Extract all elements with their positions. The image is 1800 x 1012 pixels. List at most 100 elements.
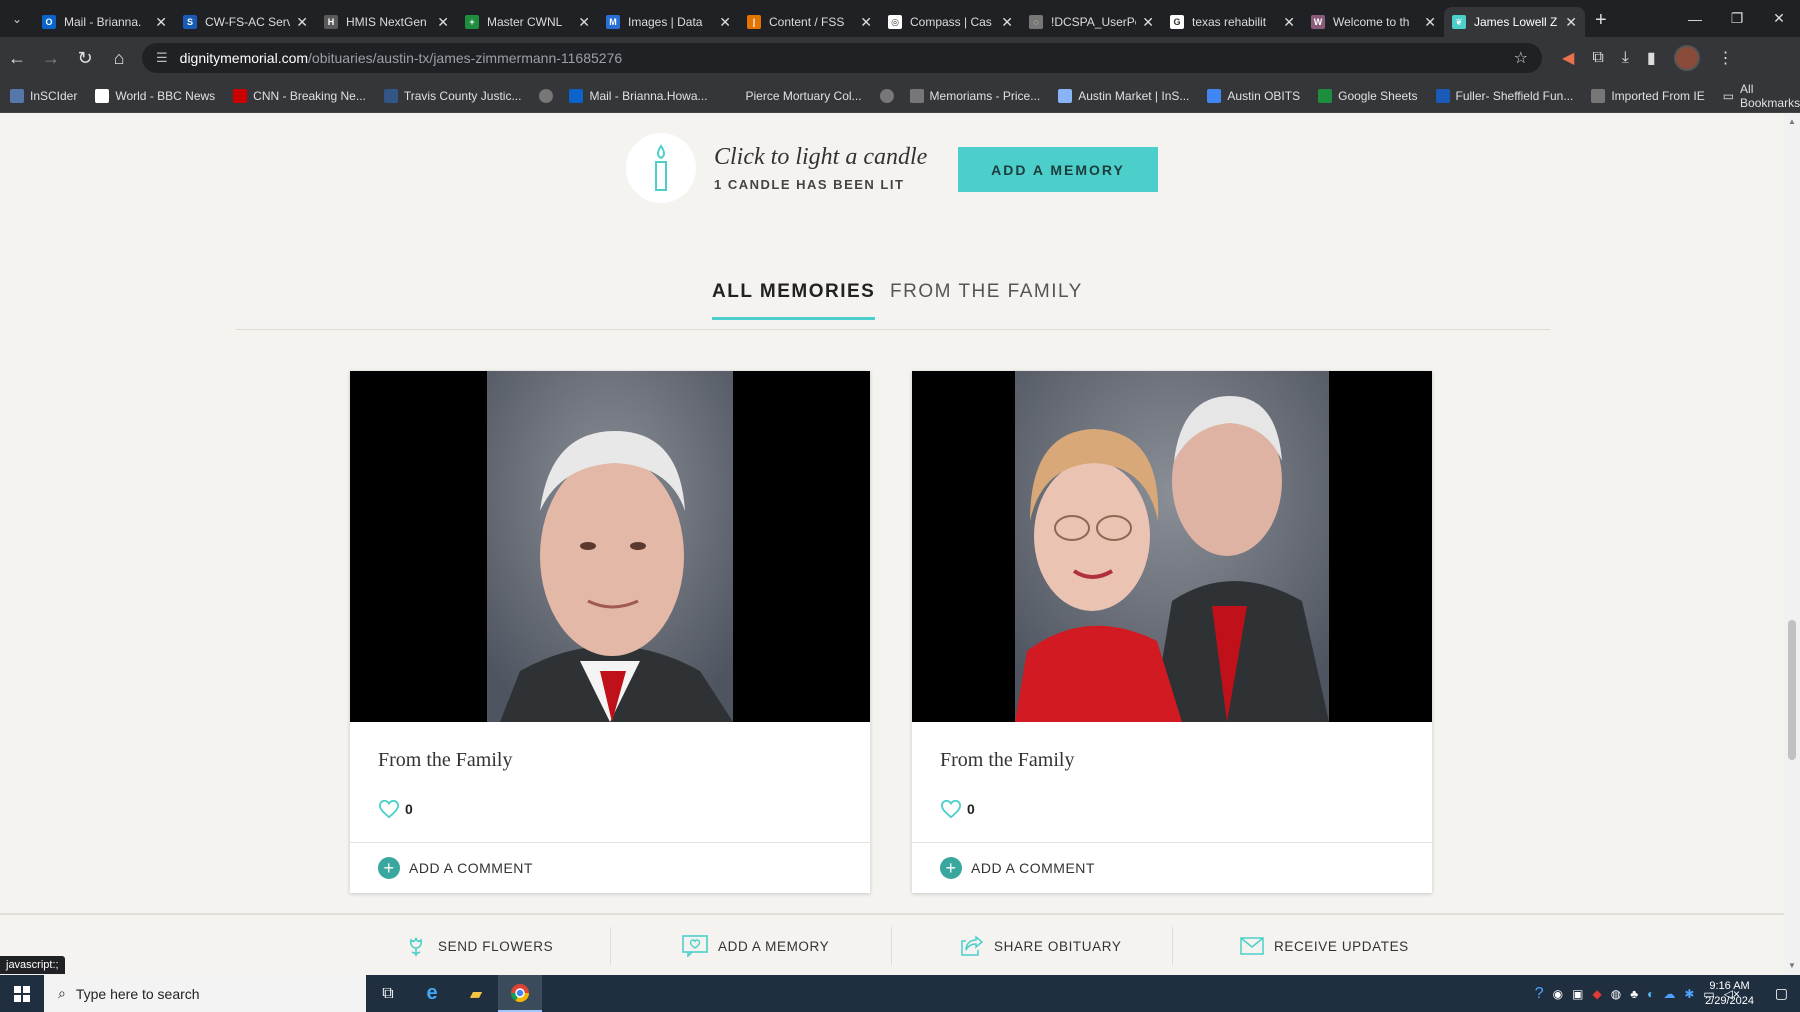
network-globe-icon[interactable]: ◍: [1611, 987, 1621, 1001]
like-count: 0: [405, 801, 413, 817]
tab-close-icon[interactable]: ✕: [1001, 14, 1013, 31]
receive-updates-button[interactable]: RECEIVE UPDATES: [1240, 915, 1409, 975]
browser-tab[interactable]: + Master CWNL ✕: [457, 7, 598, 37]
card-divider: [350, 842, 870, 843]
taskbar-clock[interactable]: 9:16 AM 2/29/2024: [1705, 979, 1754, 1009]
bookmark-item[interactable]: Imported From IE: [1591, 88, 1705, 103]
browser-tab[interactable]: ❦ James Lowell Z ✕: [1444, 7, 1585, 37]
close-window-icon[interactable]: ✕: [1758, 0, 1800, 37]
add-memory-button[interactable]: ADD A MEMORY: [958, 147, 1158, 192]
memory-photo[interactable]: [350, 371, 870, 722]
add-comment-link[interactable]: + ADD A COMMENT: [378, 857, 533, 879]
tab-from-the-family[interactable]: FROM THE FAMILY: [890, 281, 1083, 317]
internet-explorer-icon[interactable]: e: [410, 975, 454, 1012]
light-candle-link[interactable]: Click to light a candle: [714, 144, 927, 171]
back-arrow-icon[interactable]: ←: [0, 48, 34, 69]
tab-close-icon[interactable]: ✕: [296, 14, 308, 31]
tab-close-icon[interactable]: ✕: [437, 14, 449, 31]
send-flowers-button[interactable]: SEND FLOWERS: [404, 915, 553, 975]
record-icon[interactable]: ◉: [1553, 987, 1563, 1001]
add-comment-link[interactable]: + ADD A COMMENT: [940, 857, 1095, 879]
cloud-icon[interactable]: ☁: [1663, 987, 1675, 1001]
bookmark-item[interactable]: Pierce Mortuary Col...: [725, 88, 862, 103]
memory-photo[interactable]: [912, 371, 1432, 722]
bookmark-item[interactable]: Google Sheets: [1318, 88, 1418, 103]
start-windows-icon[interactable]: [0, 975, 44, 1012]
bookmark-item[interactable]: [879, 88, 900, 103]
browser-tab[interactable]: ◌ !DCSPA_UserPo ✕: [1021, 7, 1162, 37]
extension-megaphone-icon[interactable]: ◀: [1562, 48, 1574, 68]
like-control[interactable]: 0: [378, 799, 413, 819]
browser-tab[interactable]: W Welcome to th ✕: [1303, 7, 1444, 37]
help-icon[interactable]: ?: [1535, 985, 1544, 1003]
reload-icon[interactable]: ↻: [68, 48, 102, 69]
page-scrollbar[interactable]: ▲ ▼: [1784, 113, 1800, 975]
home-icon[interactable]: ⌂: [102, 48, 136, 69]
heart-icon[interactable]: [378, 799, 400, 819]
task-view-icon[interactable]: ⧉: [366, 975, 410, 1012]
bookmark-item[interactable]: InSCIder: [10, 88, 77, 103]
url-bar[interactable]: ☰ dignitymemorial.com /obituaries/austin…: [142, 43, 1542, 73]
browser-tab[interactable]: Gtexas rehabilit ✕: [1162, 7, 1303, 37]
tab-close-icon[interactable]: ✕: [578, 14, 590, 31]
tab-close-icon[interactable]: ✕: [860, 14, 872, 31]
download-icon[interactable]: ⤓: [1622, 49, 1629, 67]
candle-button[interactable]: [626, 133, 696, 203]
monitor-icon[interactable]: ▣: [1572, 987, 1583, 1001]
scroll-down-icon[interactable]: ▼: [1788, 961, 1796, 970]
site-settings-icon[interactable]: ☰: [156, 50, 168, 66]
all-bookmarks[interactable]: ▭ All Bookmarks: [1723, 82, 1800, 110]
tab-close-icon[interactable]: ✕: [1142, 14, 1154, 31]
chrome-icon[interactable]: [498, 975, 542, 1012]
side-panel-icon[interactable]: ▮: [1647, 48, 1656, 68]
browser-tab[interactable]: | Content / FSS ✕: [739, 7, 880, 37]
bookmark-label: Fuller- Sheffield Fun...: [1455, 88, 1574, 103]
tab-close-icon[interactable]: ✕: [155, 14, 167, 31]
browser-tab[interactable]: M Images | Data ✕: [598, 7, 739, 37]
app-tray-icon[interactable]: ♣: [1630, 987, 1638, 1001]
like-control[interactable]: 0: [940, 799, 975, 819]
share-obituary-button[interactable]: SHARE OBITUARY: [960, 915, 1121, 975]
tab-close-icon[interactable]: ✕: [719, 14, 731, 31]
edge-tray-icon[interactable]: ◐: [1647, 987, 1654, 1001]
bookmark-star-icon[interactable]: ☆: [1514, 48, 1528, 68]
tab-all-memories[interactable]: ALL MEMORIES: [712, 281, 876, 320]
profile-avatar[interactable]: [1673, 45, 1700, 71]
bookmark-item[interactable]: World - BBC News: [95, 88, 215, 103]
bookmark-item[interactable]: [539, 88, 559, 103]
browser-tab[interactable]: S CW-FS-AC Serv ✕: [175, 7, 316, 37]
browser-tab[interactable]: O Mail - Brianna. ✕: [34, 7, 175, 37]
bookmark-item[interactable]: Austin OBITS: [1207, 88, 1300, 103]
minimize-icon[interactable]: —: [1674, 0, 1716, 37]
tab-close-icon[interactable]: ✕: [1424, 14, 1436, 31]
bookmark-label: CNN - Breaking Ne...: [253, 88, 366, 103]
notification-center-icon[interactable]: ▢: [1775, 985, 1788, 1002]
tab-search-chevron-icon[interactable]: ⌄: [0, 12, 34, 26]
bookmark-item[interactable]: Memoriams - Price...: [909, 88, 1040, 103]
bluetooth-icon[interactable]: ✱: [1684, 987, 1694, 1001]
bookmark-item[interactable]: Austin Market | InS...: [1058, 88, 1189, 103]
tab-close-icon[interactable]: ✕: [1565, 14, 1577, 31]
scroll-up-icon[interactable]: ▲: [1788, 117, 1796, 126]
browser-tab[interactable]: H HMIS NextGen ✕: [316, 7, 457, 37]
tab-close-icon[interactable]: ✕: [1283, 14, 1295, 31]
forward-arrow-icon[interactable]: →: [34, 48, 68, 69]
bookmark-label: Mail - Brianna.Howa...: [589, 88, 708, 103]
browser-menu-icon[interactable]: ⋮: [1718, 48, 1734, 68]
bookmark-item[interactable]: Fuller- Sheffield Fun...: [1435, 88, 1574, 103]
add-memory-action-button[interactable]: ADD A MEMORY: [682, 915, 829, 975]
extensions-puzzle-icon[interactable]: ⧉: [1592, 49, 1603, 67]
bookmark-favicon-icon: [1058, 88, 1073, 103]
heart-icon[interactable]: [940, 799, 962, 819]
taskbar-search-input[interactable]: ⌕ Type here to search: [44, 975, 366, 1012]
file-explorer-icon[interactable]: ▰: [454, 975, 498, 1012]
bookmark-item[interactable]: Travis County Justic...: [383, 88, 521, 103]
antivirus-icon[interactable]: ◆: [1593, 987, 1602, 1001]
bookmark-item[interactable]: CNN - Breaking Ne...: [233, 88, 366, 103]
restore-icon[interactable]: ❐: [1716, 0, 1758, 37]
share-obituary-label: SHARE OBITUARY: [994, 938, 1122, 954]
new-tab-plus-icon[interactable]: +: [1595, 9, 1607, 32]
scrollbar-thumb[interactable]: [1788, 620, 1796, 760]
bookmark-item[interactable]: Mail - Brianna.Howa...: [569, 88, 708, 103]
browser-tab[interactable]: ◎ Compass | Cas ✕: [880, 7, 1021, 37]
